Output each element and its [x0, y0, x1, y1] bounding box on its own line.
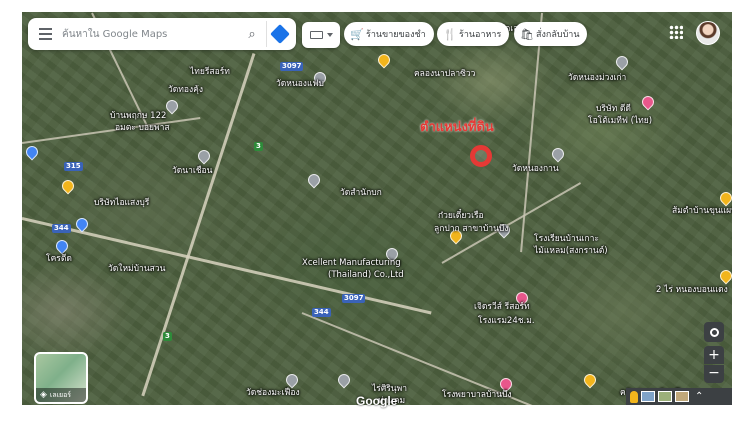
cart-icon: 🛒 [350, 27, 364, 41]
chevron-down-icon [326, 33, 333, 37]
place-label[interactable]: วัดหนองแฟบ [276, 79, 324, 89]
layers-bar: ◈ เลเยอร์ [36, 388, 86, 402]
takeout-icon: 🛍 [520, 27, 534, 41]
imagery-strip: ⌃ [626, 388, 732, 405]
zoom-in-button[interactable]: + [704, 346, 724, 364]
search-input[interactable]: ค้นหาใน Google Maps [62, 27, 238, 42]
search-icon[interactable]: ⌕ [238, 27, 266, 42]
place-label[interactable]: วัดใหม่บ้านสวน [108, 264, 165, 274]
chip-groceries[interactable]: 🛒 ร้านขายของชำ [344, 22, 434, 46]
place-label[interactable]: (Thailand) Co.,Ltd [328, 270, 404, 280]
input-tools-button[interactable] [302, 22, 340, 48]
satellite-map[interactable]: วัดเลา ไทยรีสอร์ท วัดทองคุ้ง วัดหนองแฟบ คลอง… [22, 12, 732, 405]
place-label[interactable]: ไทยรีสอร์ท [190, 67, 230, 77]
lodging-pin[interactable] [639, 93, 657, 111]
place-label[interactable]: Xcellent Manufacturing [302, 258, 401, 268]
chip-label: ร้านขายของชำ [366, 30, 426, 40]
layers-label: เลเยอร์ [49, 390, 72, 399]
route-shield: 3097 [280, 62, 304, 71]
place-label[interactable]: บริษัท ดีดี [596, 104, 631, 114]
keyboard-icon [309, 31, 323, 39]
place-pin[interactable] [549, 145, 567, 163]
place-label[interactable]: วัดสำนักบก [340, 188, 382, 198]
place-pin[interactable] [283, 371, 301, 389]
highway-3 [141, 53, 256, 397]
place-label[interactable]: โอโต้เมทีฟ (ไทย) [588, 116, 652, 126]
route-shield: 344 [312, 308, 331, 317]
place-label[interactable]: วัดช่องมะเฟือง [246, 388, 300, 398]
place-label[interactable]: โรงแรม24ช.ม. [478, 316, 535, 326]
place-label[interactable]: วัดทองคุ้ง [168, 85, 203, 95]
place-pin[interactable] [613, 53, 631, 71]
place-label[interactable]: ส้มตำบ้านขุนแผน [672, 206, 732, 216]
imagery-thumbnail[interactable] [641, 391, 655, 402]
route-shield: 3 [163, 332, 172, 341]
crosshair-icon [709, 327, 719, 337]
chip-label: ร้านอาหาร [459, 30, 502, 40]
route-shield: 3097 [342, 294, 366, 303]
imagery-thumbnail[interactable] [658, 391, 672, 402]
google-logo: Google [356, 394, 398, 408]
directions-icon[interactable] [266, 21, 292, 47]
place-label[interactable]: บ้านพฤกษ 122 [110, 111, 166, 121]
food-pin[interactable] [581, 371, 599, 389]
zoom-out-button[interactable]: − [704, 365, 724, 383]
place-pin[interactable] [195, 147, 213, 165]
place-label[interactable]: โครตีด [46, 254, 72, 264]
route-shield: 3 [254, 142, 263, 151]
place-pin[interactable] [53, 237, 71, 255]
place-pin[interactable] [23, 143, 41, 161]
place-label[interactable]: วัดหนองกาน [512, 164, 559, 174]
chip-restaurants[interactable]: 🍴 ร้านอาหาร [437, 22, 510, 46]
land-location-label: ตำแหน่งที่ดิน [420, 120, 494, 135]
imagery-thumbnail[interactable] [675, 391, 689, 402]
fork-knife-icon: 🍴 [443, 27, 457, 41]
chip-label: สั่งกลับบ้าน [536, 30, 580, 40]
expand-icon[interactable]: ⌃ [695, 391, 703, 402]
place-label[interactable]: ไม้แหลม(สงกรานต์) [534, 246, 608, 256]
place-label[interactable]: วัดนาเชือน [172, 166, 212, 176]
route-shield: 315 [64, 162, 83, 171]
place-pin[interactable] [335, 371, 353, 389]
chip-takeout[interactable]: 🛍 สั่งกลับบ้าน [514, 22, 588, 46]
route-shield: 344 [52, 224, 71, 233]
apps-grid-icon[interactable] [669, 25, 683, 39]
food-pin[interactable] [717, 189, 732, 207]
place-label[interactable]: 2 ไร่ หนองบอนแดง [656, 285, 728, 295]
layers-icon: ◈ [40, 390, 47, 400]
place-label[interactable]: เจิดรวีส์ รีสอร์ท [474, 302, 530, 312]
food-pin[interactable] [717, 267, 732, 285]
my-location-button[interactable] [704, 322, 724, 342]
land-location-marker[interactable] [470, 145, 492, 167]
menu-icon[interactable] [28, 28, 62, 40]
search-box[interactable]: ค้นหาใน Google Maps ⌕ [28, 18, 296, 50]
screenshot-canvas: วัดเลา ไทยรีสอร์ท วัดทองคุ้ง วัดหนองแฟบ คลอง… [0, 0, 750, 422]
place-label[interactable]: คลองนาปลาซิวว [414, 69, 475, 79]
place-pin[interactable] [305, 171, 323, 189]
food-pin[interactable] [375, 51, 393, 69]
place-label[interactable]: อมตะ บอยพาส [115, 123, 170, 133]
place-label[interactable]: วัดหนองม่วงเก่า [568, 73, 626, 83]
road-west [22, 116, 201, 144]
place-label[interactable]: ลูกปาก สาขาบ้านบึง [434, 224, 508, 234]
place-label[interactable]: บริษัทไอแสงบุรี [94, 198, 149, 208]
place-label[interactable]: โรงพยาบาลบ้านบึง [442, 390, 512, 400]
place-label[interactable]: ก๋วยเตี๋ยวเรือ [438, 211, 484, 221]
layers-button[interactable]: ◈ เลเยอร์ [34, 352, 88, 404]
food-pin[interactable] [59, 177, 77, 195]
place-label[interactable]: ไร่ศิรินุพา [372, 384, 407, 394]
avatar[interactable] [696, 21, 720, 45]
place-label[interactable]: โรงเรียนบ้านเกาะ [534, 234, 599, 244]
pegman-icon[interactable] [630, 390, 638, 403]
